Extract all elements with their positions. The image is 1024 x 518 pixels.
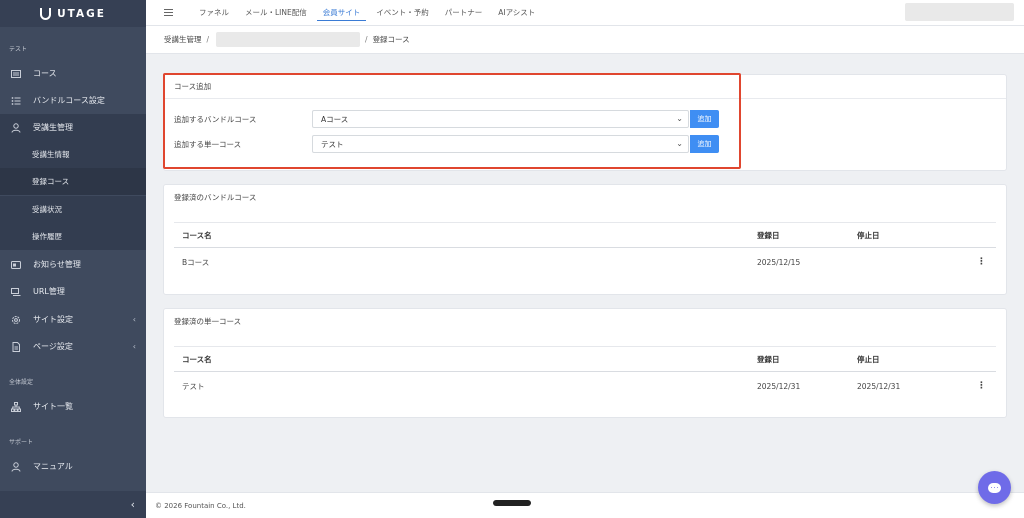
column-registered: 登録日	[757, 230, 780, 240]
table-row: テスト 2025/12/31 2025/12/31 ⋮	[174, 373, 996, 399]
news-icon	[11, 260, 21, 270]
home-indicator	[493, 500, 531, 506]
registered-date: 2025/12/15	[757, 257, 801, 267]
more-vertical-icon[interactable]: ⋮	[977, 257, 986, 267]
chevron-down-icon: ⌄	[676, 114, 683, 123]
table-row: Bコース 2025/12/15 ⋮	[174, 249, 996, 275]
list-icon	[11, 96, 21, 106]
section-heading-all: 全体設定	[9, 379, 34, 386]
more-vertical-icon[interactable]: ⋮	[977, 381, 986, 391]
table-header: コース名 登録日 停止日	[174, 222, 996, 248]
add-single-course-button[interactable]: 追加	[690, 135, 719, 153]
chat-button[interactable]	[978, 471, 1011, 504]
sidebar-item-manual[interactable]: マニュアル	[0, 453, 146, 480]
sidebar-subitem-history[interactable]: 操作履歴	[0, 223, 146, 250]
sidebar-item-label: ページ設定	[33, 342, 73, 351]
chat-icon	[988, 482, 1001, 493]
sidebar-item-bundle-settings[interactable]: バンドルコース設定	[0, 87, 146, 114]
single-course-value: テスト	[321, 139, 344, 149]
sidebar-item-label: サイト設定	[33, 315, 73, 324]
course-icon	[11, 69, 21, 79]
sidebar-item-news[interactable]: お知らせ管理	[0, 251, 146, 278]
bundle-course-label: 追加するバンドルコース	[174, 114, 257, 124]
sidebar-subitem-student-info[interactable]: 受講生情報	[0, 141, 146, 168]
card-title: 登録済の単一コース	[174, 316, 242, 326]
tab-funnel[interactable]: ファネル	[191, 0, 237, 26]
sitemap-icon	[11, 401, 21, 412]
sidebar-item-label: 受講生管理	[33, 123, 73, 132]
chevron-left-icon: ‹	[132, 342, 136, 351]
stopped-date: 2025/12/31	[857, 381, 901, 391]
breadcrumb: 受講生管理 / / 登録コース	[146, 26, 1024, 54]
section-heading-support: サポート	[9, 439, 34, 446]
sidebar-item-label: マニュアル	[33, 462, 73, 471]
page-icon	[11, 341, 21, 352]
section-heading-test: テスト	[9, 46, 28, 53]
tab-mail-line[interactable]: メール・LINE配信	[237, 0, 315, 26]
footer: © 2026 Fountain Co., Ltd.	[146, 492, 1024, 518]
tab-ai-assist[interactable]: AIアシスト	[490, 0, 543, 26]
chevron-down-icon: ⌄	[676, 139, 683, 148]
sidebar-item-course[interactable]: コース	[0, 60, 146, 87]
breadcrumb-separator: /	[206, 35, 210, 44]
sidebar-item-label: バンドルコース設定	[33, 96, 105, 105]
sidebar-item-label: サイト一覧	[33, 402, 73, 411]
tab-event[interactable]: イベント・予約	[368, 0, 437, 26]
sidebar-item-site-list[interactable]: サイト一覧	[0, 393, 146, 420]
course-name: テスト	[182, 381, 205, 391]
tab-partner[interactable]: パートナー	[437, 0, 491, 26]
card-title: コース追加	[164, 75, 1006, 99]
logo-text: UTAGE	[57, 7, 106, 20]
course-name: Bコース	[182, 257, 210, 267]
user-icon	[11, 122, 21, 133]
breadcrumb-current: 登録コース	[372, 35, 410, 44]
sidebar: UTAGE テスト コース バンドルコース設定 受講生管理 受講生情報 登録コー…	[0, 0, 146, 518]
column-course-name: コース名	[182, 354, 212, 364]
chevron-left-icon: ‹	[130, 498, 135, 511]
logo[interactable]: UTAGE	[0, 0, 146, 27]
add-course-card: コース追加 追加するバンドルコース Aコース ⌄ 追加 追加する単一コース テス…	[163, 74, 1007, 171]
account-area[interactable]	[905, 3, 1014, 21]
sidebar-item-label: コース	[33, 69, 57, 78]
sidebar-subitem-registered-course[interactable]: 登録コース	[0, 168, 146, 195]
menu-icon[interactable]	[164, 9, 173, 16]
single-course-row: 追加する単一コース テスト ⌄ 追加	[174, 135, 734, 153]
sidebar-subitem-progress[interactable]: 受講状況	[0, 196, 146, 223]
bundle-course-card: 登録済のバンドルコース コース名 登録日 停止日 Bコース 2025/12/15…	[163, 184, 1007, 295]
gear-icon	[11, 315, 21, 325]
logo-icon	[40, 7, 52, 20]
sidebar-item-page-settings[interactable]: ページ設定 ‹	[0, 333, 146, 360]
table-header: コース名 登録日 停止日	[174, 346, 996, 372]
tab-member-site[interactable]: 会員サイト	[315, 0, 369, 26]
bundle-course-value: Aコース	[321, 114, 349, 124]
sidebar-item-student-management[interactable]: 受講生管理	[0, 114, 146, 141]
topbar: ファネル メール・LINE配信 会員サイト イベント・予約 パートナー AIアシ…	[146, 0, 1024, 26]
add-bundle-course-button[interactable]: 追加	[690, 110, 719, 128]
sidebar-collapse-button[interactable]: ‹	[0, 491, 146, 518]
column-stopped: 停止日	[857, 230, 880, 240]
user-icon	[11, 461, 21, 472]
bundle-course-select[interactable]: Aコース ⌄	[312, 110, 689, 128]
single-course-label: 追加する単一コース	[174, 139, 242, 149]
column-registered: 登録日	[757, 354, 780, 364]
column-course-name: コース名	[182, 230, 212, 240]
breadcrumb-separator: /	[365, 35, 368, 44]
breadcrumb-student-name[interactable]	[216, 32, 361, 47]
registered-date: 2025/12/31	[757, 381, 801, 391]
single-course-card: 登録済の単一コース コース名 登録日 停止日 テスト 2025/12/31 20…	[163, 308, 1007, 418]
bundle-course-row: 追加するバンドルコース Aコース ⌄ 追加	[174, 110, 734, 128]
sidebar-item-site-settings[interactable]: サイト設定 ‹	[0, 306, 146, 333]
sidebar-item-label: お知らせ管理	[33, 260, 81, 269]
breadcrumb-root[interactable]: 受講生管理	[164, 34, 202, 45]
column-stopped: 停止日	[857, 354, 880, 364]
sidebar-item-url[interactable]: URL管理	[0, 278, 146, 305]
url-icon	[11, 287, 21, 297]
copyright-text: © 2026 Fountain Co., Ltd.	[155, 501, 246, 510]
single-course-select[interactable]: テスト ⌄	[312, 135, 689, 153]
card-title: 登録済のバンドルコース	[174, 192, 257, 202]
sidebar-item-label: URL管理	[33, 287, 65, 296]
chevron-left-icon: ‹	[132, 315, 136, 324]
